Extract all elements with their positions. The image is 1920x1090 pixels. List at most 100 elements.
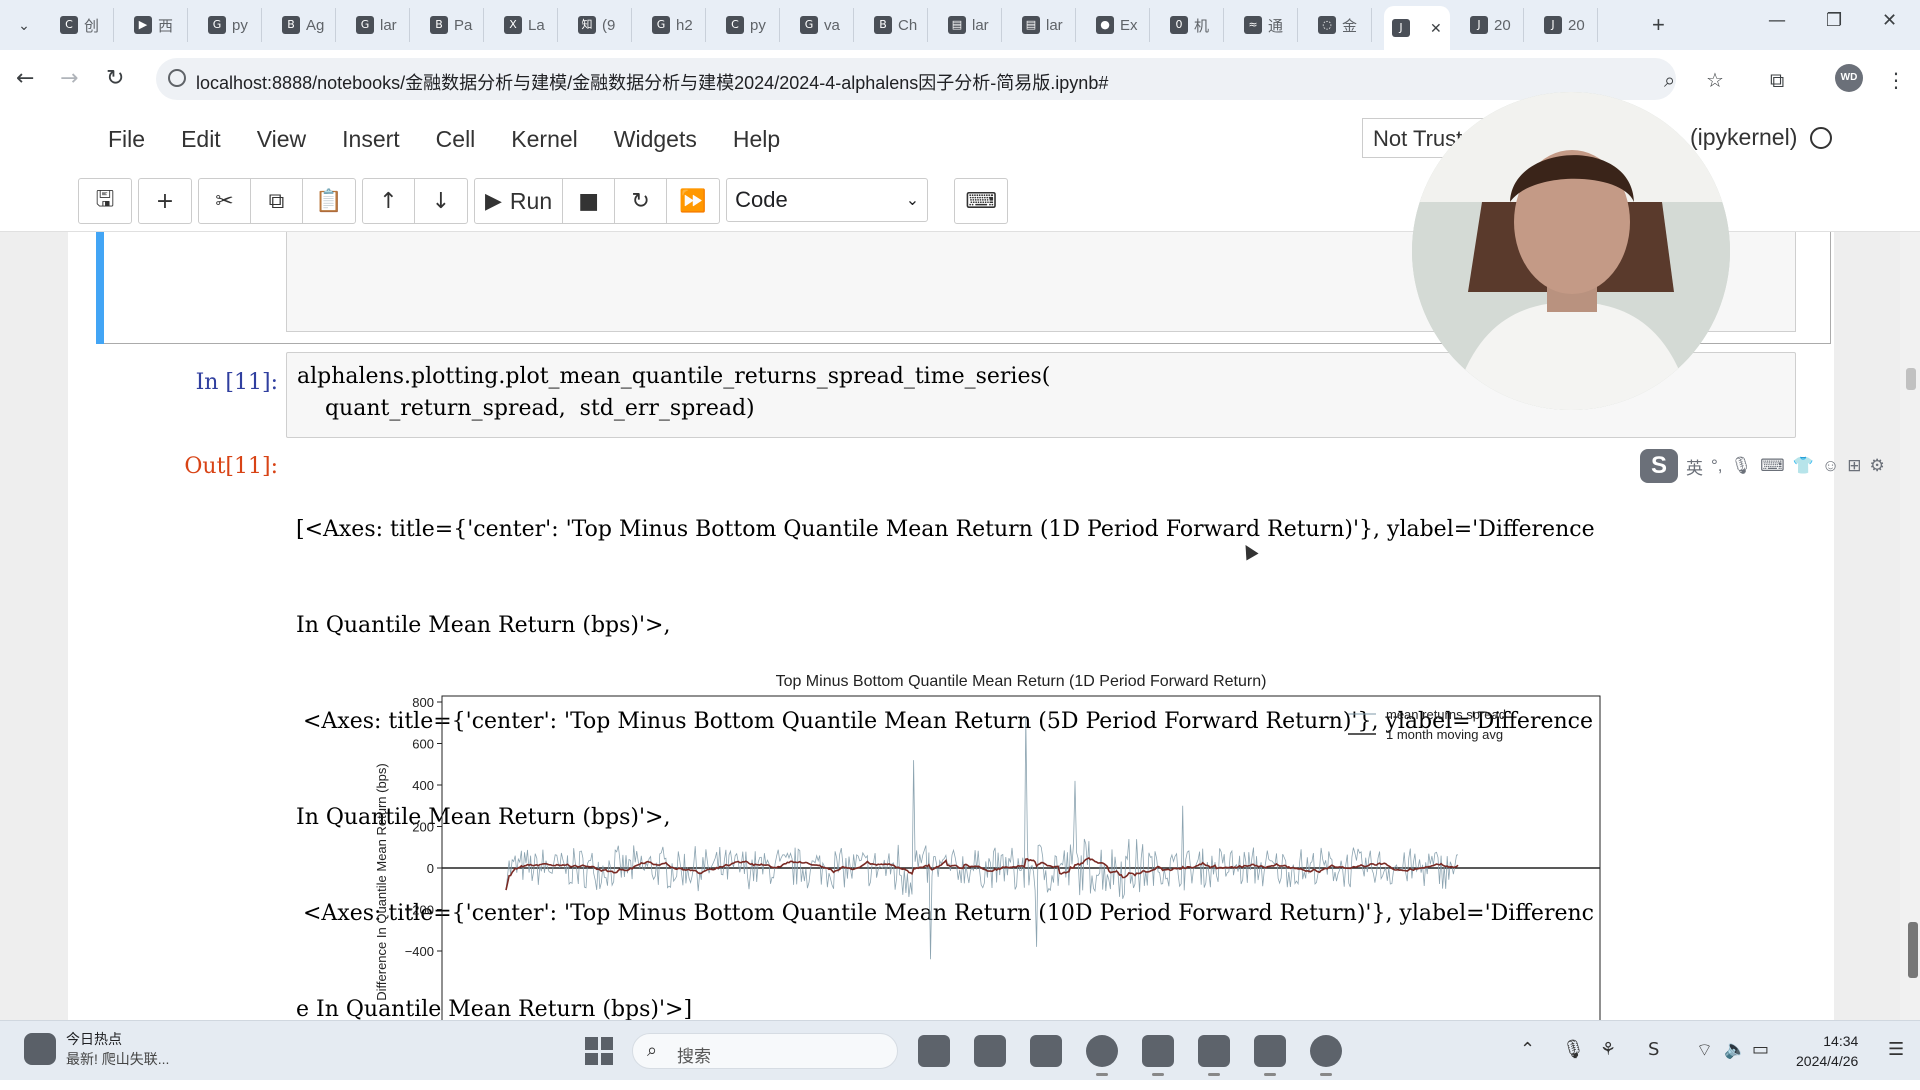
browser-tab[interactable]: Gpy <box>200 8 262 42</box>
insert-cell-icon[interactable]: + <box>139 179 191 223</box>
tab-title: py <box>232 16 248 34</box>
browser-tab[interactable]: ▶ 西 <box>126 8 188 42</box>
browser-tab[interactable]: Gh2 <box>644 8 706 42</box>
new-tab-button[interactable]: + <box>1652 12 1665 38</box>
punctuation-icon[interactable]: °, <box>1711 456 1723 476</box>
forward-icon[interactable]: → <box>60 66 78 91</box>
y-axis-label: Difference In Quantile Mean Return (bps) <box>374 763 389 1001</box>
menu-widgets[interactable]: Widgets <box>596 118 715 160</box>
restore-icon[interactable]: ❐ <box>1826 10 1842 31</box>
tray-expand-icon[interactable]: ⌃ <box>1520 1039 1535 1060</box>
battery-icon[interactable]: ▭ <box>1752 1039 1769 1060</box>
menu-insert[interactable]: Insert <box>324 118 418 160</box>
save-icon[interactable]: 🖫 <box>79 179 131 223</box>
browser-tab[interactable]: Glar <box>348 8 410 42</box>
url-bar[interactable]: localhost:8888/notebooks/金融数据分析与建模/金融数据分… <box>156 58 1676 100</box>
browser-menu-icon[interactable]: ⋮ <box>1886 68 1906 92</box>
tray-app-icon[interactable]: ⚘ <box>1600 1039 1616 1060</box>
browser-tab[interactable]: J 20 <box>1462 8 1524 42</box>
wifi-icon[interactable]: ⌔ <box>1696 1039 1713 1062</box>
bookmark-star-icon[interactable]: ☆ <box>1706 68 1724 92</box>
file-explorer-icon[interactable] <box>1030 1035 1062 1067</box>
command-palette-icon[interactable]: ⌨ <box>955 179 1007 223</box>
ime-language-toggle[interactable]: 英 <box>1686 454 1703 479</box>
interrupt-icon[interactable]: ■ <box>563 179 616 223</box>
taskview-icon[interactable] <box>918 1035 950 1067</box>
chrome-icon[interactable] <box>1086 1035 1118 1076</box>
browser-tab[interactable]: X La <box>496 8 558 42</box>
browser-tab[interactable]: B Ag <box>274 8 336 42</box>
browser-tab[interactable]: Cpy <box>718 8 780 42</box>
move-down-icon[interactable]: ↓ <box>415 179 467 223</box>
tray-ime-icon[interactable]: S <box>1648 1039 1659 1060</box>
cell-type-select[interactable]: Code ⌄ <box>726 178 929 222</box>
minimize-icon[interactable]: — <box>1768 10 1786 31</box>
notifications-icon[interactable]: ☰ <box>1888 1039 1904 1060</box>
tab-favicon-icon: G <box>356 16 374 34</box>
wps-icon[interactable] <box>1254 1035 1286 1076</box>
ime-settings-icon[interactable]: ⚙ <box>1869 456 1884 476</box>
browser-tab[interactable]: Gva <box>792 8 854 42</box>
restart-icon[interactable]: ↻ <box>615 179 668 223</box>
paste-icon[interactable]: 📋 <box>303 179 355 223</box>
window-close-icon[interactable]: ✕ <box>1882 10 1897 31</box>
run-button[interactable]: ▶ Run <box>475 179 564 223</box>
microphone-icon[interactable]: 🎙 <box>1731 456 1753 476</box>
browser-tab[interactable]: ▤ lar <box>940 8 1002 42</box>
page-scroll-thumb[interactable] <box>1906 368 1916 390</box>
skin-icon[interactable]: 👕 <box>1793 456 1814 476</box>
tray-mic-icon[interactable]: 🎙 <box>1562 1039 1585 1060</box>
widget-app-icon[interactable] <box>974 1035 1006 1067</box>
reload-icon[interactable]: ↻ <box>106 66 124 91</box>
recorder-icon[interactable] <box>1310 1035 1342 1076</box>
tab-close-icon[interactable]: ✕ <box>1430 20 1442 37</box>
site-info-icon[interactable] <box>168 69 186 87</box>
browser-tab[interactable]: B Ch <box>866 8 928 42</box>
volume-icon[interactable]: 🔈 <box>1724 1039 1746 1060</box>
tab-title: 20 <box>1568 16 1585 34</box>
move-up-icon[interactable]: ↑ <box>363 179 415 223</box>
cut-icon[interactable]: ✂ <box>199 179 251 223</box>
tab-favicon-icon: G <box>208 16 226 34</box>
menu-view[interactable]: View <box>239 118 324 160</box>
extensions-icon[interactable]: ⧉ <box>1770 68 1784 92</box>
tab-favicon-icon: ≈ <box>1244 16 1262 34</box>
menu-cell[interactable]: Cell <box>418 118 494 160</box>
keyboard-icon[interactable]: ⌨ <box>1760 456 1785 476</box>
windows-start-icon[interactable] <box>585 1037 613 1065</box>
page-scrollbar[interactable] <box>1900 232 1920 1020</box>
browser-tab[interactable]: 0机 <box>1162 8 1224 42</box>
zoom-icon[interactable]: ⌕ <box>1664 68 1675 92</box>
copy-icon[interactable]: ⧉ <box>251 179 303 223</box>
browser-tab[interactable]: ▤ lar <box>1014 8 1076 42</box>
browser-tab[interactable]: J 20 <box>1536 8 1598 42</box>
terminal-icon[interactable] <box>1142 1035 1174 1076</box>
pycharm-icon[interactable] <box>1198 1035 1230 1076</box>
page-scroll-thumb-lower[interactable] <box>1908 922 1918 978</box>
menu-help[interactable]: Help <box>715 118 798 160</box>
emoji-icon[interactable]: ☺ <box>1822 456 1839 476</box>
profile-avatar[interactable]: WD <box>1835 64 1863 92</box>
back-icon[interactable]: ← <box>16 66 34 91</box>
cell-type-value: Code <box>735 187 788 212</box>
browser-tab[interactable]: C创 <box>52 8 114 42</box>
browser-tab[interactable]: ◌ 金 <box>1310 8 1372 42</box>
menu-kernel[interactable]: Kernel <box>493 118 595 160</box>
chart-title: Top Minus Bottom Quantile Mean Return (1… <box>776 673 1267 690</box>
browser-tab[interactable]: ● Ex <box>1088 8 1150 42</box>
browser-tab[interactable]: ≈ 通 <box>1236 8 1298 42</box>
browser-tab[interactable]: 知 (9 <box>570 8 632 42</box>
browser-tab[interactable]: B Pa <box>422 8 484 42</box>
tab-search-icon[interactable]: ⌄ <box>12 13 36 37</box>
news-widget[interactable]: 今日热点 最新! 爬山失联... <box>24 1029 169 1069</box>
sogou-logo[interactable]: S <box>1640 449 1678 483</box>
toolbox-icon[interactable]: ⊞ <box>1847 456 1861 476</box>
y-tick-label: 800 <box>412 695 434 710</box>
menu-edit[interactable]: Edit <box>163 118 239 160</box>
url-text[interactable]: localhost:8888/notebooks/金融数据分析与建模/金融数据分… <box>196 69 1108 95</box>
taskbar-search[interactable]: ⌕ 搜索 <box>632 1033 898 1069</box>
restart-run-all-icon[interactable]: ⏩ <box>667 179 719 223</box>
menu-file[interactable]: File <box>90 118 163 160</box>
system-clock[interactable]: 14:34 2024/4/26 <box>1796 1031 1858 1071</box>
tab-active[interactable]: J ✕ <box>1384 6 1450 50</box>
